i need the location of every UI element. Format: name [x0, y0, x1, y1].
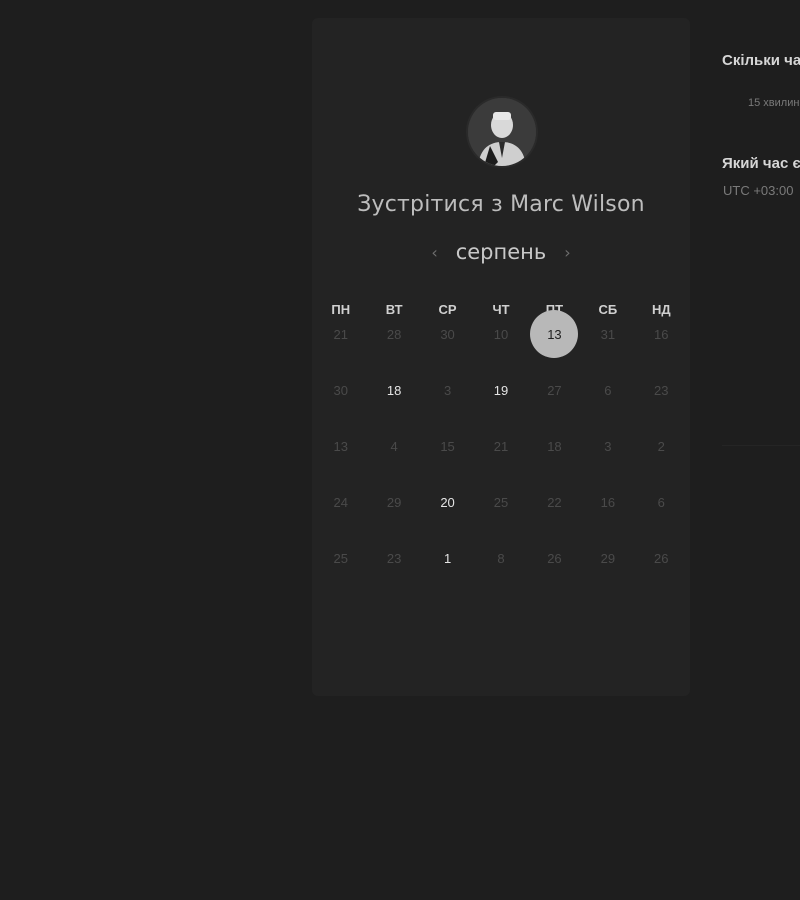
calendar-day-label: 15 — [440, 438, 455, 454]
calendar-day: 26 — [635, 530, 688, 586]
calendar-day-label: 26 — [654, 550, 669, 566]
calendar-day-label: 29 — [600, 550, 616, 566]
calendar-day: 3 — [581, 418, 634, 474]
calendar-day: 15 — [421, 418, 474, 474]
calendar-day-label: 25 — [493, 494, 509, 510]
calendar-day-selected[interactable]: 13 — [528, 306, 581, 362]
calendar-day-label: 23 — [654, 382, 669, 398]
calendar-day-label: 13 — [547, 326, 562, 342]
duration-question: Скільки ча — [722, 52, 800, 69]
booking-card: Зустрітися з Marc Wilson ‹ серпень › ПН … — [312, 18, 690, 696]
calendar-day[interactable]: 18 — [367, 362, 420, 418]
page-title: Зустрітися з Marc Wilson — [312, 192, 690, 217]
calendar-day-label: 1 — [443, 550, 452, 566]
calendar-day: 21 — [474, 418, 527, 474]
host-name: Marc Wilson — [510, 192, 645, 217]
chevron-left-icon[interactable]: ‹ — [427, 243, 441, 262]
calendar-day: 29 — [581, 530, 634, 586]
calendar-day: 13 — [314, 418, 367, 474]
side-panel: Скільки ча 15 хвилин Який час є UTC +03:… — [722, 0, 800, 446]
timezone-question: Який час є — [722, 155, 800, 172]
calendar-day-label: 22 — [547, 494, 562, 510]
calendar-day: 3 — [421, 362, 474, 418]
calendar-day: 26 — [528, 530, 581, 586]
calendar-day-label: 16 — [600, 494, 616, 510]
calendar-day: 25 — [474, 474, 527, 530]
calendar-day[interactable]: 19 — [474, 362, 527, 418]
calendar-day-label: 30 — [440, 326, 455, 342]
booking-page: Зустрітися з Marc Wilson ‹ серпень › ПН … — [0, 0, 800, 900]
month-navigation: ‹ серпень › — [312, 240, 690, 264]
calendar-day: 23 — [635, 362, 688, 418]
calendar-day: 16 — [581, 474, 634, 530]
calendar-day-label: 13 — [333, 438, 348, 454]
calendar-day: 28 — [367, 306, 420, 362]
calendar-day-label: 8 — [497, 550, 505, 566]
person-icon — [468, 98, 536, 166]
calendar-day: 16 — [635, 306, 688, 362]
calendar-grid: 21 28 30 10 13 31 16 30 18 3 19 27 6 23 13 4 15 21 18 3 2 24 2… — [314, 306, 688, 586]
calendar-day-label: 18 — [547, 438, 562, 454]
calendar-day[interactable]: 1 — [421, 530, 474, 586]
chevron-right-icon[interactable]: › — [560, 243, 574, 262]
calendar-day: 24 — [314, 474, 367, 530]
calendar-day-label: 6 — [604, 382, 612, 398]
calendar-day-label: 23 — [386, 550, 402, 566]
calendar-day: 4 — [367, 418, 420, 474]
calendar-day: 25 — [314, 530, 367, 586]
calendar-day-label: 26 — [547, 550, 562, 566]
calendar-day: 8 — [474, 530, 527, 586]
calendar-day-label: 29 — [386, 494, 402, 510]
calendar-day: 6 — [581, 362, 634, 418]
calendar-day-label: 3 — [604, 438, 612, 454]
calendar-day: 27 — [528, 362, 581, 418]
calendar-day-label: 2 — [657, 438, 665, 454]
calendar-day-label: 6 — [657, 494, 665, 510]
title-prefix: Зустрітися з — [357, 192, 503, 217]
calendar-day-label: 16 — [654, 326, 669, 342]
month-label: серпень — [455, 240, 547, 264]
calendar-day: 23 — [367, 530, 420, 586]
avatar — [468, 98, 536, 166]
calendar-day: 29 — [367, 474, 420, 530]
calendar-day: 30 — [314, 362, 367, 418]
duration-value[interactable]: 15 хвилин — [748, 97, 799, 109]
calendar-day-label: 4 — [390, 438, 398, 454]
timezone-value[interactable]: UTC +03:00 — [723, 183, 793, 198]
calendar-day-label: 19 — [493, 382, 509, 398]
calendar-day: 6 — [635, 474, 688, 530]
calendar-day: 31 — [581, 306, 634, 362]
calendar-day-label: 28 — [386, 326, 402, 342]
calendar-day: 30 — [421, 306, 474, 362]
calendar-day: 10 — [474, 306, 527, 362]
calendar-day: 22 — [528, 474, 581, 530]
calendar-day: 18 — [528, 418, 581, 474]
calendar-day-label: 30 — [333, 382, 348, 398]
calendar-day-label: 18 — [386, 382, 402, 398]
calendar-day-label: 25 — [333, 550, 348, 566]
calendar-day-label: 24 — [333, 494, 348, 510]
calendar-day: 2 — [635, 418, 688, 474]
calendar-day: 21 — [314, 306, 367, 362]
calendar-day-label: 21 — [493, 438, 509, 454]
calendar-day-label: 31 — [600, 326, 616, 342]
calendar-day-label: 20 — [440, 494, 455, 510]
calendar-day-label: 27 — [547, 382, 562, 398]
calendar-day-label: 3 — [443, 382, 452, 398]
calendar-day-label: 21 — [333, 326, 348, 342]
calendar-day[interactable]: 20 — [421, 474, 474, 530]
calendar-day-label: 10 — [493, 326, 509, 342]
